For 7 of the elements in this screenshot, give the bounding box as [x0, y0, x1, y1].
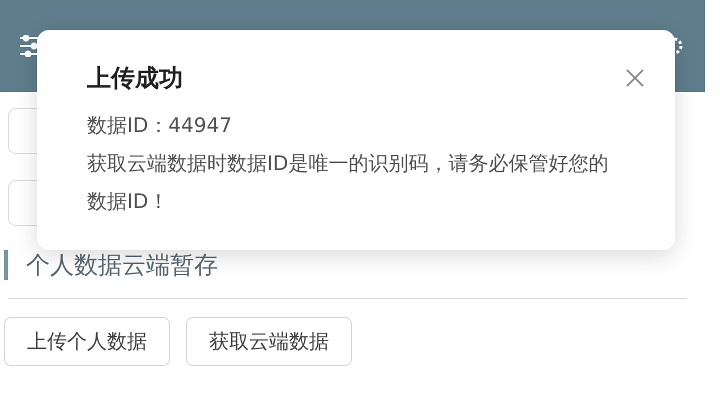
action-button[interactable]: 上传个人数据	[4, 317, 170, 366]
dialog-title: 上传成功	[87, 63, 184, 94]
dialog-text: 数据ID：44947	[87, 112, 233, 139]
action-button[interactable]: 获取云端数据	[186, 317, 352, 366]
close-icon[interactable]	[625, 68, 645, 88]
dialog-text: 获取云端数据时数据ID是唯一的识别码，请务必保管好您的数据ID！	[87, 150, 610, 215]
sliders-icon[interactable]	[20, 35, 40, 57]
